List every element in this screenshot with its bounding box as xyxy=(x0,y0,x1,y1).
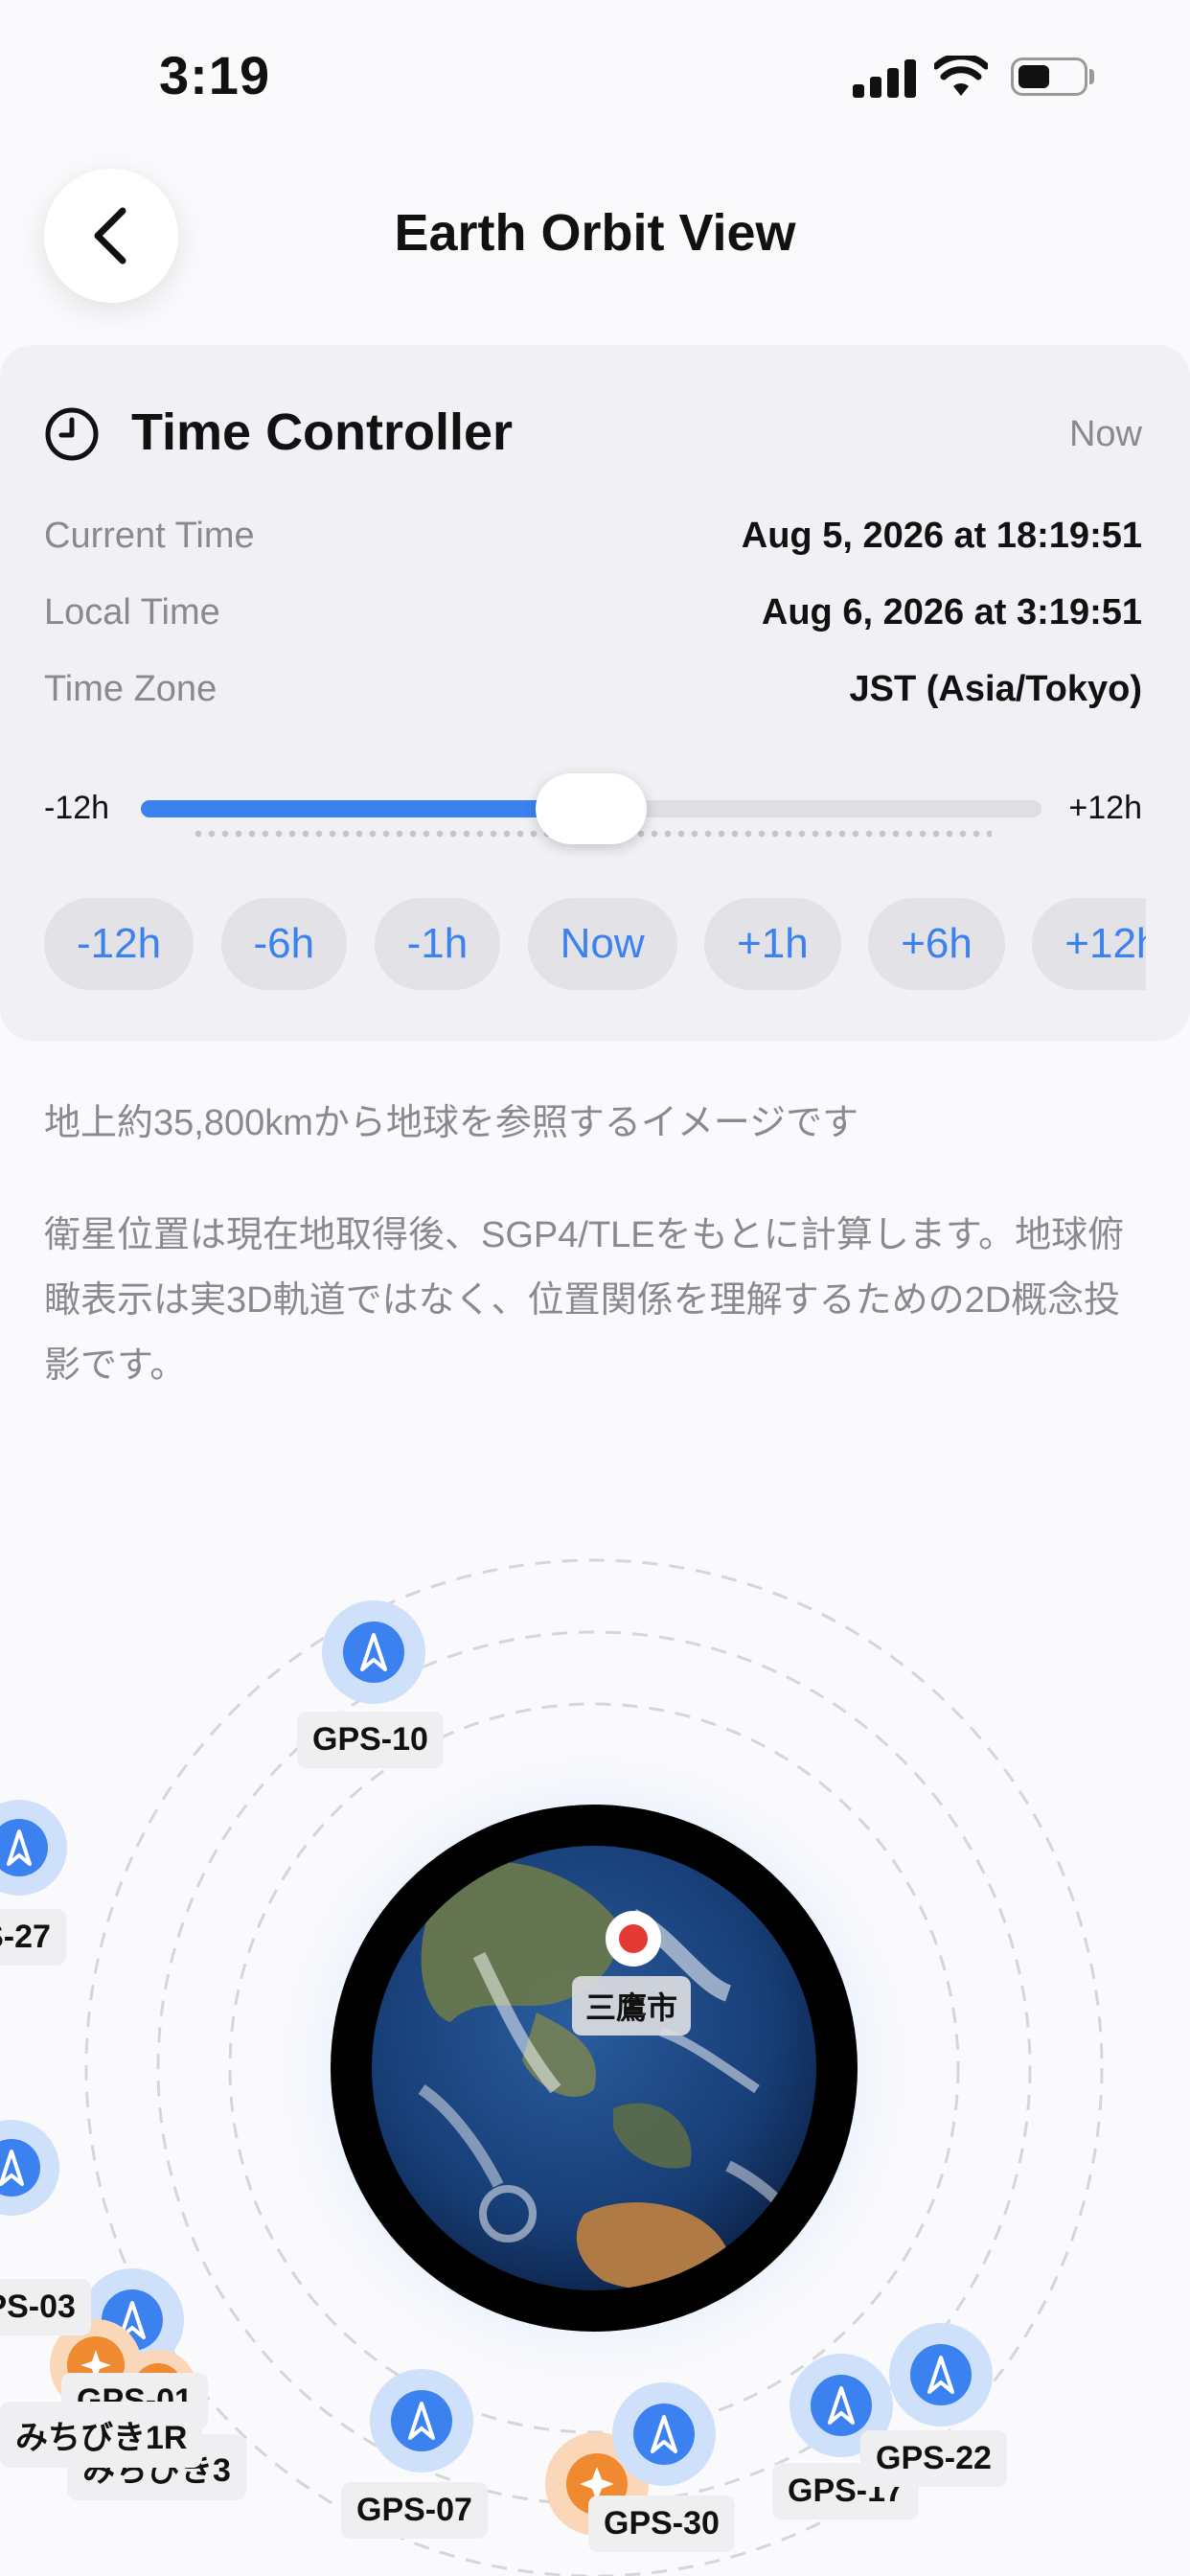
chip-minus-1h[interactable]: -1h xyxy=(374,898,501,990)
time-controller-title: Time Controller xyxy=(131,403,514,461)
satellite-gps10-icon[interactable] xyxy=(322,1600,425,1704)
wifi-icon xyxy=(934,56,988,96)
satellite-gps07-icon[interactable] xyxy=(370,2369,473,2472)
current-time-value: Aug 5, 2026 at 18:19:51 xyxy=(741,516,1142,556)
orbit-view: 三鷹市 GPS-10 GPS-27 GPS-03 GPS-01 みちびき3 みち… xyxy=(0,1418,1190,2576)
time-zone-value: JST (Asia/Tokyo) xyxy=(849,669,1142,709)
chip-plus-1h[interactable]: +1h xyxy=(704,898,841,990)
now-badge: Now xyxy=(1068,414,1142,454)
battery-icon xyxy=(1011,58,1087,96)
clock-icon xyxy=(45,407,99,461)
slider-max-label: +12h xyxy=(1068,790,1142,826)
battery-tip xyxy=(1089,69,1094,84)
satellite-label-michibiki1r: みちびき1R xyxy=(0,2402,203,2468)
status-time: 3:19 xyxy=(159,45,271,105)
satellite-label-gps22: GPS-22 xyxy=(860,2430,1007,2487)
satellite-label-gps03: GPS-03 xyxy=(0,2279,91,2335)
location-label: 三鷹市 xyxy=(572,1976,692,2036)
time-controller-panel: Time Controller Now Current Time Aug 5, … xyxy=(0,345,1190,1041)
satellite-label-gps07: GPS-07 xyxy=(341,2482,488,2539)
time-slider-thumb[interactable] xyxy=(536,773,647,844)
location-dot xyxy=(619,1924,648,1953)
slider-min-label: -12h xyxy=(44,790,110,826)
chip-plus-12h[interactable]: +12h xyxy=(1032,898,1146,990)
satellite-gps30-icon[interactable] xyxy=(612,2382,716,2486)
chip-plus-6h[interactable]: +6h xyxy=(868,898,1005,990)
orbit-description-body: 衛星位置は現在地取得後、SGP4/TLEをもとに計算します。地球俯瞰表示は実3D… xyxy=(44,1215,1125,1386)
cellular-signal-icon xyxy=(853,59,920,98)
satellite-label-gps27: GPS-27 xyxy=(0,1909,66,1966)
chip-minus-6h[interactable]: -6h xyxy=(220,898,348,990)
time-slider-fill xyxy=(141,800,591,817)
local-time-value: Aug 6, 2026 at 3:19:51 xyxy=(761,592,1142,632)
earth-globe xyxy=(372,1846,816,2290)
satellite-label-gps10: GPS-10 xyxy=(297,1712,444,1768)
time-offset-chips: -12h -6h -1h Now +1h +6h +12h xyxy=(44,898,1146,994)
satellite-gps22-icon[interactable] xyxy=(889,2323,993,2426)
current-time-label: Current Time xyxy=(44,516,255,556)
local-time-label: Local Time xyxy=(44,592,220,632)
satellite-gps27-icon[interactable] xyxy=(0,1800,67,1896)
chip-minus-12h[interactable]: -12h xyxy=(44,898,195,990)
chip-now[interactable]: Now xyxy=(527,898,677,990)
page-title: Earth Orbit View xyxy=(394,204,796,262)
orbit-description-title: 地上約35,800kmから地球を参照するイメージです xyxy=(44,1103,859,1143)
time-zone-label: Time Zone xyxy=(44,669,217,709)
satellite-label-gps30: GPS-30 xyxy=(588,2496,735,2552)
status-bar: 3:19 xyxy=(0,0,1190,153)
satellite-left-cluster-icon[interactable] xyxy=(0,2120,59,2216)
